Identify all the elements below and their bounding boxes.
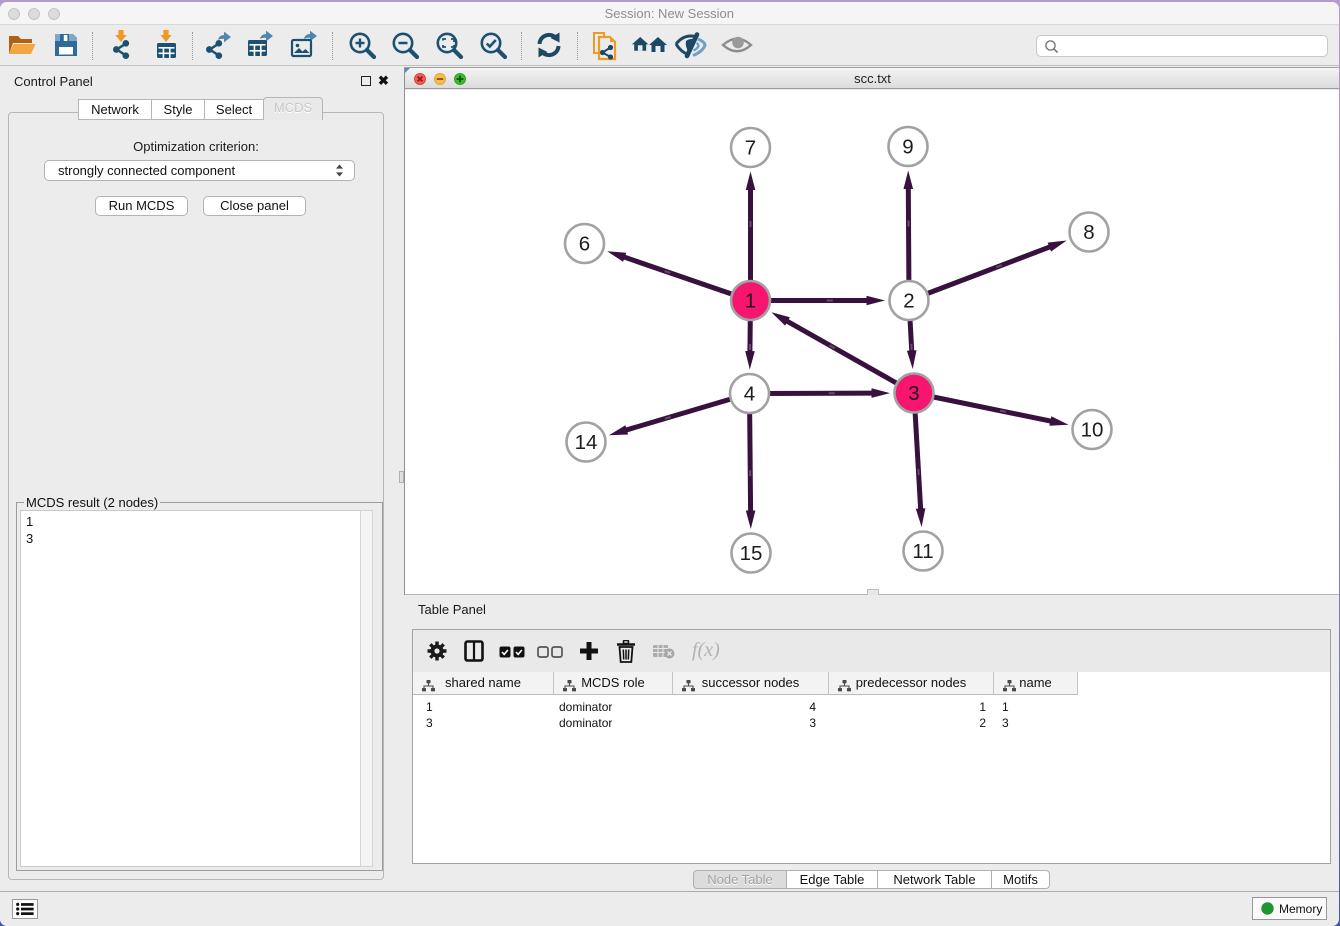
- svg-text:6: 6: [579, 233, 590, 256]
- svg-text:11: 11: [912, 540, 933, 563]
- svg-text:1: 1: [745, 290, 756, 313]
- svg-text:4: 4: [744, 383, 755, 406]
- svg-text:9: 9: [902, 136, 913, 159]
- svg-text:14: 14: [575, 431, 598, 454]
- svg-text:7: 7: [745, 137, 756, 160]
- svg-text:10: 10: [1081, 419, 1104, 442]
- svg-text:2: 2: [903, 290, 914, 313]
- svg-text:3: 3: [908, 382, 919, 405]
- svg-text:15: 15: [740, 542, 763, 565]
- svg-text:8: 8: [1083, 221, 1094, 244]
